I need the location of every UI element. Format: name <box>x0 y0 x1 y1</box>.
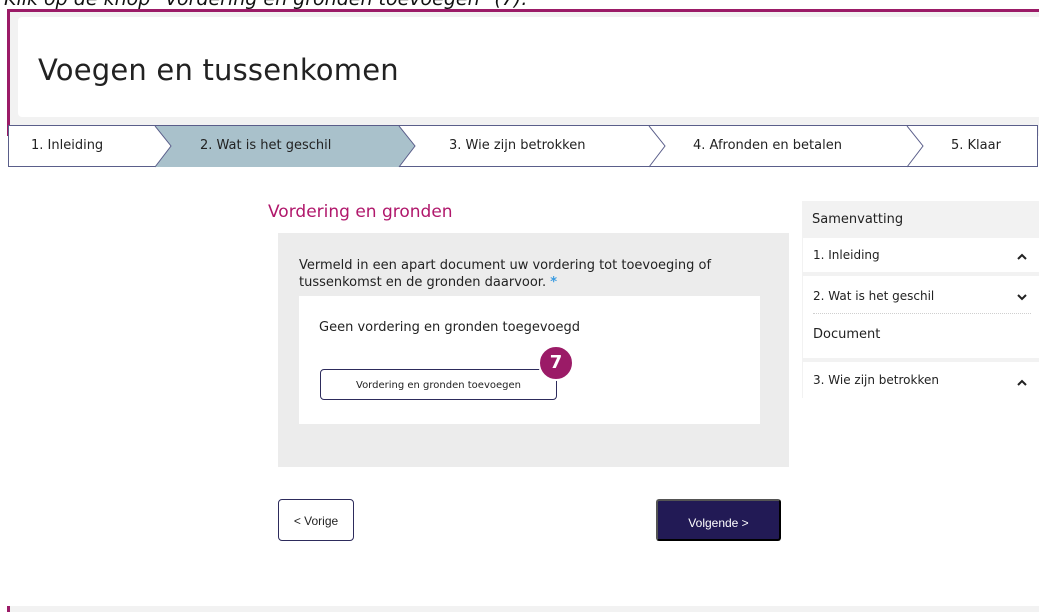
chevron-down-icon[interactable] <box>1015 290 1029 304</box>
chevron-up-icon[interactable] <box>1015 376 1029 390</box>
page-header: Voegen en tussenkomen <box>18 17 1039 117</box>
step-separator-3 <box>648 126 666 168</box>
document-box <box>299 296 760 424</box>
step-4-afronden-en-betalen[interactable]: 4. Afronden en betalen <box>693 138 842 153</box>
next-button[interactable]: Volgende > <box>656 499 781 541</box>
empty-state-text: Geen vordering en gronden toegevoegd <box>319 320 580 335</box>
summary-item-wie-zijn-betrokken[interactable]: 3. Wie zijn betrokken <box>803 362 1039 398</box>
summary-divider <box>813 313 1031 314</box>
step-separator-4 <box>906 126 924 168</box>
step-1-inleiding[interactable]: 1. Inleiding <box>31 138 103 153</box>
step-3-wie-zijn-betrokken[interactable]: 3. Wie zijn betrokken <box>449 138 585 153</box>
progress-stepper: 1. Inleiding 2. Wat is het geschil 3. Wi… <box>8 125 1038 168</box>
summary-item-label: 2. Wat is het geschil <box>813 289 935 303</box>
page-title: Voegen en tussenkomen <box>38 53 399 87</box>
step-2-wat-is-het-geschil[interactable]: 2. Wat is het geschil <box>200 138 331 153</box>
summary-title: Samenvatting <box>812 212 904 227</box>
summary-item-label: 3. Wie zijn betrokken <box>813 373 939 387</box>
summary-item-inleiding[interactable]: 1. Inleiding <box>803 238 1039 272</box>
chevron-up-icon[interactable] <box>1015 250 1029 264</box>
summary-item-wat-is-het-geschil[interactable]: 2. Wat is het geschil Document <box>803 276 1039 358</box>
step-number-badge: 7 <box>538 345 574 381</box>
previous-button[interactable]: < Vorige <box>278 499 354 541</box>
field-description-text: Vermeld in een apart document uw vorderi… <box>299 258 712 290</box>
step-5-klaar[interactable]: 5. Klaar <box>951 138 1001 153</box>
summary-item-label: 1. Inleiding <box>813 248 880 262</box>
add-claim-and-grounds-button[interactable]: Vordering en gronden toevoegen <box>320 369 557 400</box>
field-description: Vermeld in een apart document uw vorderi… <box>299 257 769 291</box>
summary-sub-item-document: Document <box>813 327 881 342</box>
required-marker: * <box>550 275 558 290</box>
section-title: Vordering en gronden <box>268 202 453 222</box>
